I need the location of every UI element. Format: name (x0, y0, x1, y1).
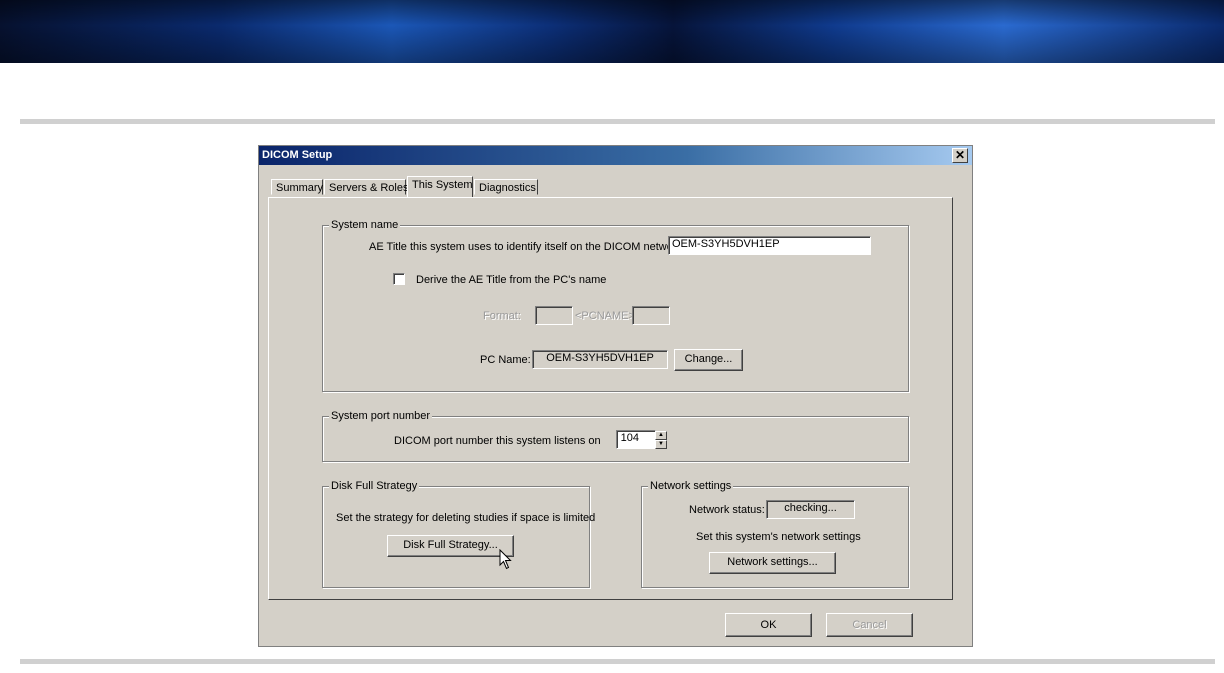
format-suffix-field (632, 306, 670, 325)
dialog-titlebar[interactable]: DICOM Setup ✕ (259, 146, 972, 165)
close-icon[interactable]: ✕ (952, 148, 968, 163)
pc-name-field: OEM-S3YH5DVH1EP (532, 350, 668, 369)
derive-ae-title-label[interactable]: Derive the AE Title from the PC's name (416, 274, 606, 286)
network-description: Set this system's network settings (696, 531, 861, 543)
port-label: DICOM port number this system listens on (394, 435, 601, 447)
cancel-button[interactable]: Cancel (826, 613, 913, 637)
tab-this-system[interactable]: This System (407, 176, 473, 197)
pc-name-label: PC Name: (480, 354, 531, 366)
disk-full-description: Set the strategy for deleting studies if… (336, 512, 596, 524)
network-legend: Network settings (648, 480, 734, 492)
system-name-legend: System name (329, 219, 401, 231)
mouse-cursor-icon (499, 549, 512, 570)
dicom-setup-dialog: DICOM Setup ✕ Summary Servers & Roles Th… (258, 145, 973, 647)
format-pcname-token: <PCNAME> (575, 310, 635, 322)
disk-full-legend: Disk Full Strategy (329, 480, 420, 492)
header-banner (0, 0, 1224, 63)
derive-ae-title-checkbox[interactable] (393, 273, 405, 285)
network-settings-group: Network settings Network status: checkin… (641, 480, 909, 588)
format-prefix-field (535, 306, 573, 325)
port-number-input[interactable]: 104 (616, 430, 656, 449)
change-pc-name-button[interactable]: Change... (674, 349, 743, 371)
dialog-title: DICOM Setup (262, 149, 333, 161)
ae-title-label: AE Title this system uses to identify it… (369, 241, 686, 253)
network-status-field: checking... (766, 500, 855, 519)
this-system-panel: System name AE Title this system uses to… (268, 197, 953, 600)
bottom-divider (20, 659, 1215, 664)
spin-up-icon[interactable]: ▲ (655, 431, 667, 440)
tab-diagnostics[interactable]: Diagnostics (474, 179, 538, 195)
tab-servers-roles[interactable]: Servers & Roles (324, 179, 408, 195)
ok-button[interactable]: OK (725, 613, 812, 637)
spin-down-icon[interactable]: ▼ (655, 440, 667, 449)
disk-full-strategy-button[interactable]: Disk Full Strategy... (387, 535, 514, 557)
port-spinner[interactable]: ▲ ▼ (655, 431, 667, 449)
system-port-group: System port number DICOM port number thi… (322, 410, 909, 462)
format-label: Format: (483, 310, 521, 322)
network-settings-button[interactable]: Network settings... (709, 552, 836, 574)
disk-full-strategy-group: Disk Full Strategy Set the strategy for … (322, 480, 595, 588)
network-status-label: Network status: (689, 504, 765, 516)
ae-title-input[interactable]: OEM-S3YH5DVH1EP (668, 236, 871, 255)
top-divider (20, 119, 1215, 124)
tab-summary[interactable]: Summary (271, 179, 323, 195)
system-port-legend: System port number (329, 410, 433, 422)
system-name-group: System name AE Title this system uses to… (322, 219, 909, 392)
